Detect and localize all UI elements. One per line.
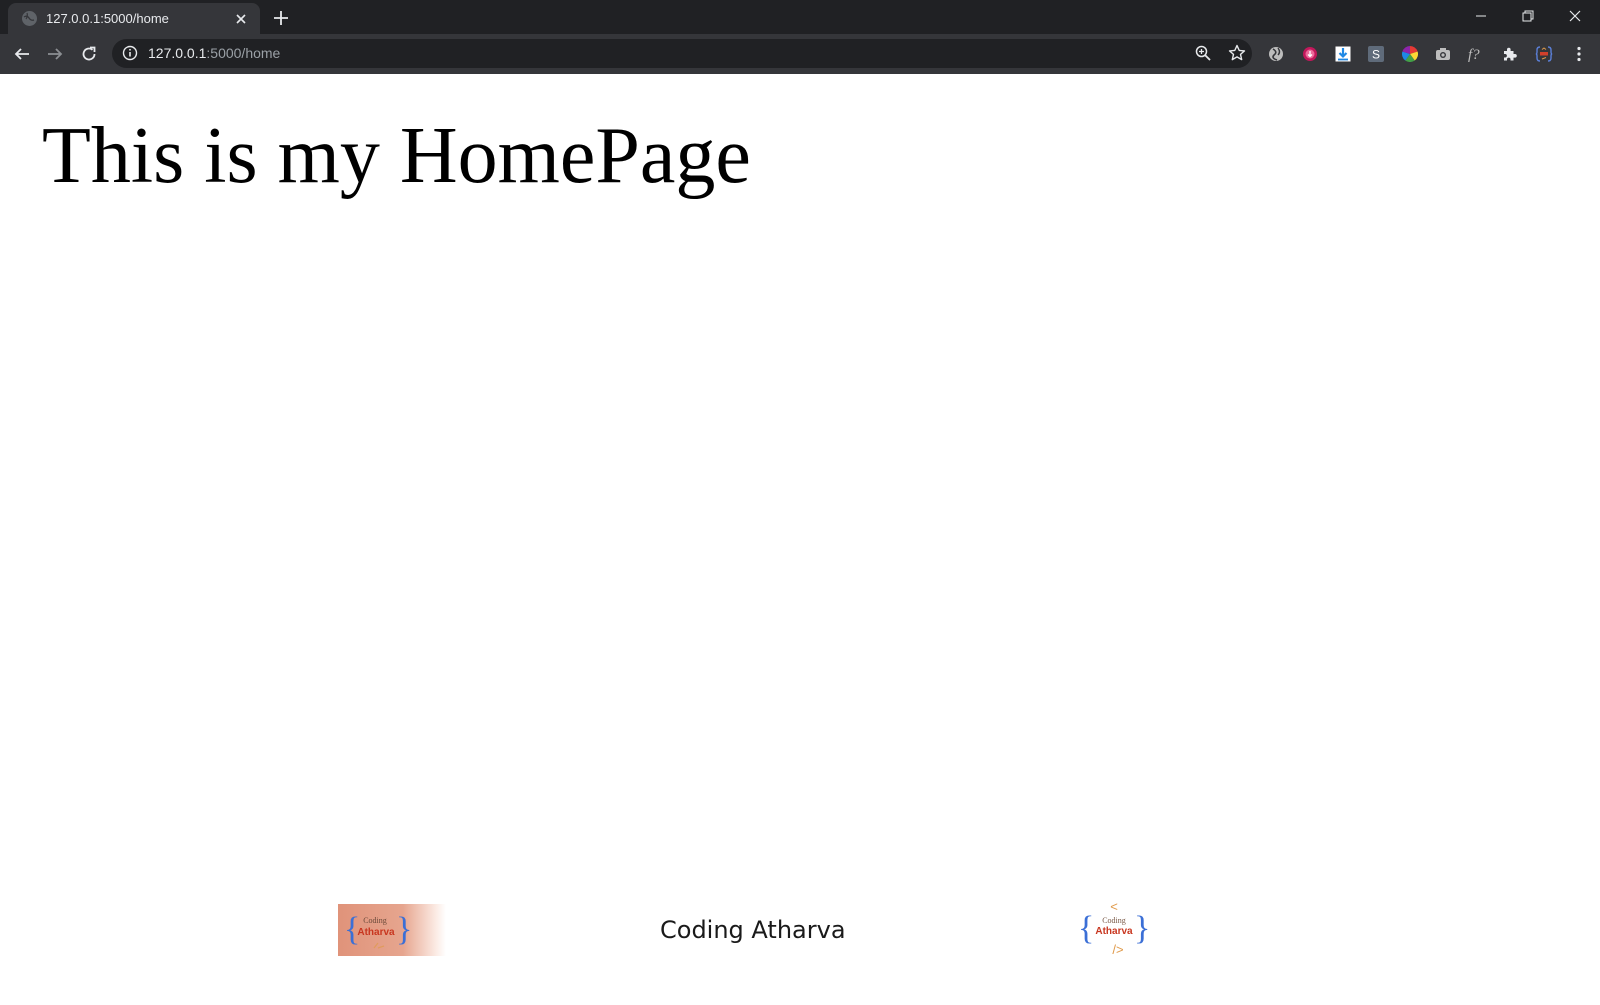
- logo-right-close-tag: />: [1112, 942, 1123, 957]
- plus-icon[interactable]: [270, 7, 292, 29]
- camera-extension-icon[interactable]: [1434, 45, 1452, 63]
- zoom-icon[interactable]: [1195, 45, 1211, 61]
- svg-text:}: }: [396, 911, 412, 948]
- kebab-menu-icon[interactable]: [1570, 45, 1588, 63]
- coding-atharva-logo-left: { } Coding Atharva: [338, 904, 446, 956]
- browser-chrome: 127.0.0.1:5000/home 127.0.0.1:5000/home …: [0, 0, 1600, 74]
- restore-icon[interactable]: [1505, 4, 1551, 28]
- globe-icon: [22, 11, 37, 26]
- svg-text:}: }: [1134, 910, 1150, 947]
- minimize-icon[interactable]: [1458, 4, 1504, 28]
- tab-strip: 127.0.0.1:5000/home: [0, 0, 1600, 34]
- url-path: :5000/home: [206, 45, 281, 61]
- font-extension-icon[interactable]: f?: [1467, 45, 1485, 63]
- swirl-extension-icon[interactable]: [1267, 45, 1285, 63]
- arrow-right-icon[interactable]: [42, 41, 68, 67]
- blue-download-extension-icon[interactable]: [1334, 45, 1352, 63]
- s-extension-icon[interactable]: S: [1367, 45, 1385, 63]
- color-wheel-extension-icon[interactable]: [1401, 45, 1419, 63]
- url-text[interactable]: 127.0.0.1:5000/home: [148, 45, 280, 61]
- svg-text:{: {: [1078, 910, 1094, 947]
- window-close-icon[interactable]: [1552, 4, 1598, 28]
- active-tab[interactable]: 127.0.0.1:5000/home: [8, 3, 260, 34]
- page-viewport: This is my HomePage { } Coding Atharva C…: [0, 74, 1600, 1005]
- arrow-left-icon[interactable]: [9, 41, 35, 67]
- star-icon[interactable]: [1228, 44, 1246, 62]
- logo-left-main-word: Atharva: [357, 927, 395, 938]
- tab-title: 127.0.0.1:5000/home: [46, 11, 169, 26]
- puzzle-extensions-icon[interactable]: [1501, 45, 1519, 63]
- footer-brand-text: Coding Atharva: [660, 916, 846, 944]
- page-title: This is my HomePage: [42, 112, 751, 200]
- profile-extension-icon[interactable]: [1535, 45, 1553, 63]
- browser-toolbar: 127.0.0.1:5000/home S f?: [0, 34, 1600, 74]
- s-extension-label: S: [1372, 48, 1380, 62]
- pink-download-extension-icon[interactable]: [1301, 45, 1319, 63]
- close-icon[interactable]: [232, 10, 250, 28]
- coding-atharva-logo-right: < { } Coding Atharva />: [1074, 898, 1154, 958]
- logo-right-main-word: Atharva: [1095, 926, 1133, 937]
- font-extension-label: f?: [1468, 47, 1480, 63]
- url-host: 127.0.0.1: [148, 45, 207, 61]
- info-icon[interactable]: [122, 45, 138, 61]
- logo-left-top-word: Coding: [363, 916, 387, 925]
- logo-right-open-tag: <: [1110, 899, 1118, 914]
- logo-right-top-word: Coding: [1102, 916, 1126, 925]
- address-bar[interactable]: 127.0.0.1:5000/home: [112, 39, 1252, 68]
- reload-icon[interactable]: [76, 41, 102, 67]
- footer: { } Coding Atharva Coding Atharva < { } …: [0, 894, 1600, 974]
